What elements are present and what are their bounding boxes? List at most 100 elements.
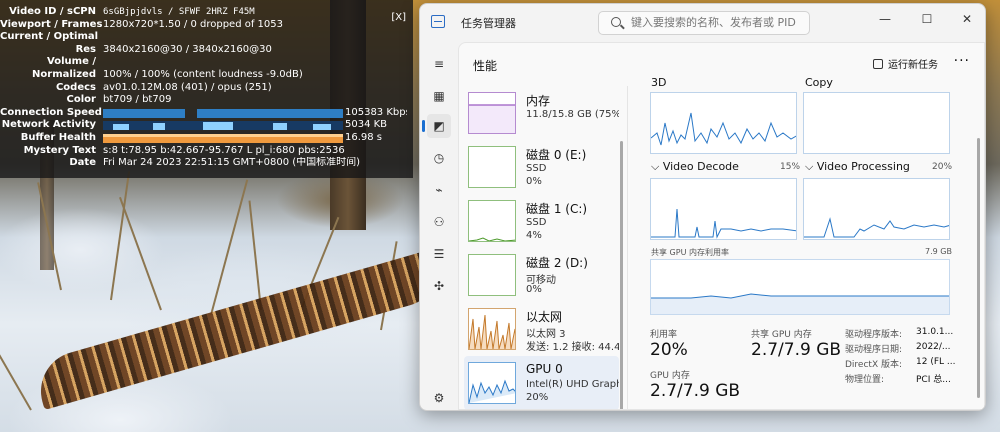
grass — [0, 340, 32, 411]
stat-value: 100% / 100% (content loudness -9.0dB) — [103, 68, 303, 80]
maximize-button[interactable]: ☐ — [917, 12, 937, 28]
more-options-button[interactable]: ··· — [954, 53, 970, 69]
item-detail: 20% — [526, 392, 549, 403]
stat-row: Color bt709 / bt709 — [0, 94, 407, 107]
close-button[interactable]: ✕ — [957, 12, 977, 28]
item-detail: Intel(R) UHD Graph — [526, 379, 619, 390]
stat-label: Buffer Health — [20, 131, 96, 143]
stat-label: Network Activity — [1, 119, 96, 131]
engine-label: Copy — [805, 76, 833, 89]
item-detail: 11.8/15.8 GB (75%) — [526, 109, 619, 120]
details-icon[interactable]: ☰ — [427, 242, 451, 266]
grass — [119, 196, 162, 311]
stat-label: Volume / — [47, 56, 96, 68]
physical-location-label: 物理位置: — [845, 375, 885, 385]
hamburger-menu-icon[interactable]: ≡ — [427, 52, 451, 76]
video-processing-label: ⌵ Video Processing — [805, 160, 910, 173]
physical-location-value: PCI 总... — [916, 375, 951, 385]
directx-value: 12 (FL ... — [916, 357, 956, 367]
close-stats-button[interactable]: [X] — [391, 12, 406, 23]
stat-label: Viewport / Frames — [0, 18, 103, 30]
engine-graph-3d — [650, 92, 797, 154]
gpu-memory-label: GPU 内存 — [650, 371, 690, 381]
stat-value: 105383 Kbps — [345, 106, 407, 118]
item-detail: 0% — [526, 284, 542, 295]
stat-value: s:8 t:78.95 b:42.667-95.767 L pl_i:680 p… — [103, 144, 345, 156]
grass — [248, 200, 262, 311]
users-icon[interactable]: ⚇ — [427, 210, 451, 234]
item-detail: SSD — [526, 217, 547, 228]
driver-date-label: 驱动程序日期: — [845, 345, 903, 355]
list-item-disk-2[interactable]: 磁盘 2 (D:) 可移动 0% — [464, 248, 619, 302]
detail-scrollbar[interactable] — [977, 138, 980, 398]
stat-row: Video ID / sCPN 6sGBjpjdvls / SFWF 2HRZ F… — [0, 6, 407, 19]
page-title: 性能 — [473, 59, 498, 73]
stat-row: Network Activity 5034 KB — [0, 119, 407, 132]
stat-value: 6sGBjpjdvls / SFWF 2HRZ F45M — [103, 7, 255, 17]
item-detail: SSD — [526, 163, 547, 174]
processes-icon[interactable]: ▦ — [427, 84, 451, 108]
list-item-disk-1[interactable]: 磁盘 1 (C:) SSD 4% — [464, 194, 619, 248]
list-item-gpu-0[interactable]: GPU 0 Intel(R) UHD Graph 20% — [464, 356, 619, 409]
stat-value: bt709 / bt709 — [103, 94, 172, 106]
stat-row: Current / Optimal — [0, 31, 407, 44]
engine-graph-video-processing — [803, 178, 950, 240]
settings-gear-icon[interactable]: ⚙ — [427, 386, 451, 410]
stat-value: 5034 KB — [345, 119, 388, 131]
shared-memory-graph-max: 7.9 GB — [925, 247, 952, 256]
item-name: 内存 — [526, 94, 551, 108]
stat-label: Color — [66, 94, 96, 106]
shared-memory-graph — [650, 259, 950, 315]
list-item-disk-0[interactable]: 磁盘 0 (E:) SSD 0% — [464, 140, 619, 194]
item-detail: 4% — [526, 230, 542, 241]
run-task-icon — [873, 59, 883, 69]
disk-thumbnail — [468, 200, 516, 242]
engine-percent: 15% — [780, 162, 801, 172]
side-navigation: ≡ ▦ ◩ ◷ ⌁ ⚇ ☰ ✣ ⚙ — [420, 42, 458, 410]
stat-label: Current / Optimal — [0, 31, 99, 43]
shared-memory-label: 共享 GPU 内存 — [751, 330, 812, 340]
engine-percent: 20% — [932, 162, 953, 172]
engine-name: Video Decode — [662, 160, 739, 173]
startup-apps-icon[interactable]: ⌁ — [427, 178, 451, 202]
list-item-memory[interactable]: 内存 11.8/15.8 GB (75%) — [464, 86, 619, 140]
stat-row: Volume / — [0, 56, 407, 69]
stat-label: Video ID / sCPN — [9, 6, 96, 17]
list-item-ethernet[interactable]: 以太网 以太网 3 发送: 1.2 接收: 44.4 — [464, 302, 619, 356]
utilization-value: 20% — [650, 340, 688, 360]
app-history-icon[interactable]: ◷ — [427, 146, 451, 170]
memory-thumbnail — [468, 92, 516, 134]
stat-label: Res — [75, 43, 96, 55]
search-icon — [611, 17, 621, 27]
stat-row: Res 3840x2160@30 / 3840x2160@30 — [0, 44, 407, 57]
engine-name: Video Processing — [816, 160, 910, 173]
title-bar: 任务管理器 键入要搜索的名称、发布者或 PID — ☐ ✕ — [420, 4, 985, 42]
minimize-button[interactable]: — — [875, 12, 895, 28]
stat-row: Mystery Text s:8 t:78.95 b:42.667-95.767 … — [0, 145, 407, 158]
performance-icon[interactable]: ◩ — [422, 114, 451, 138]
run-new-task-button[interactable]: 运行新任务 — [873, 56, 938, 71]
directx-label: DirectX 版本: — [845, 360, 903, 370]
driver-version-label: 驱动程序版本: — [845, 330, 903, 340]
stat-value — [103, 31, 407, 44]
item-name: GPU 0 — [526, 362, 563, 376]
shared-memory-graph-label: 共享 GPU 内存利用率 — [651, 248, 729, 257]
item-detail: 0% — [526, 176, 542, 187]
window-title: 任务管理器 — [461, 17, 516, 30]
services-icon[interactable]: ✣ — [427, 274, 451, 298]
engine-label: 3D — [651, 76, 667, 89]
item-detail: 发送: 1.2 接收: 44.4 — [526, 342, 619, 353]
content-header: 性能 运行新任务 ··· — [459, 43, 984, 86]
disk-thumbnail — [468, 146, 516, 188]
video-decode-label: ⌵ Video Decode — [651, 160, 739, 173]
engine-graph-copy — [803, 92, 950, 154]
utilization-label: 利用率 — [650, 330, 678, 340]
list-scrollbar[interactable] — [620, 141, 623, 409]
pheasant-feather — [31, 248, 449, 410]
stat-value: 16.98 s — [345, 131, 383, 143]
stat-row: Viewport / Frames 1280x720*1.50 / 0 dropp… — [0, 19, 407, 32]
search-input[interactable]: 键入要搜索的名称、发布者或 PID — [598, 11, 810, 35]
driver-date-value: 2022/... — [916, 342, 951, 352]
stats-for-nerds-panel: [X] Video ID / sCPN 6sGBjpjdvls / SFWF 2H… — [0, 0, 413, 178]
stat-label: Codecs — [55, 81, 96, 93]
